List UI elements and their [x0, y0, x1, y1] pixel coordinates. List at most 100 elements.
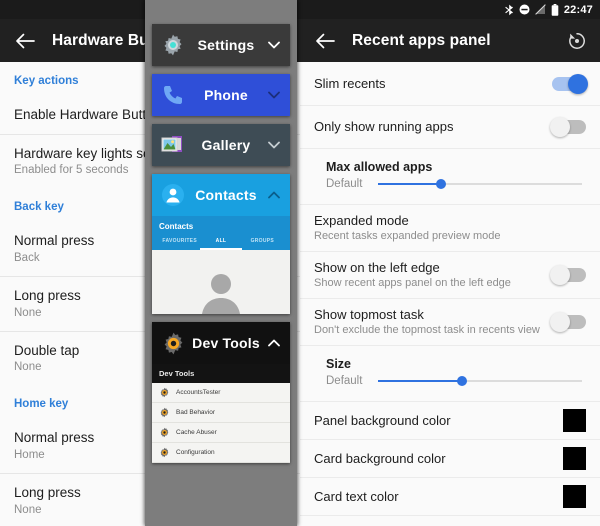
- setting-title: Card text color: [314, 488, 399, 504]
- recent-card-label: Settings: [197, 37, 255, 53]
- recent-card-label: Phone: [204, 87, 248, 103]
- recent-card-header[interactable]: Gallery: [152, 124, 290, 166]
- chevron-down-icon[interactable]: [266, 91, 282, 99]
- recent-card-header[interactable]: Phone: [152, 74, 290, 116]
- toggle-knob: [550, 265, 570, 285]
- contacts-preview-appbar: Contacts FAVOURITES ALL GROUPS: [152, 216, 290, 250]
- dev-tools-preview-appbar: Dev Tools: [152, 364, 290, 383]
- recent-apps-scroll[interactable]: Settings Phone Gallery Contacts Contacts…: [145, 0, 297, 463]
- slider-fill: [378, 183, 442, 185]
- list-item[interactable]: Configuration: [152, 443, 290, 463]
- contacts-preview-tabs: FAVOURITES ALL GROUPS: [159, 238, 283, 250]
- list-item[interactable]: Cache Abuser: [152, 423, 290, 443]
- dev-tools-gear-icon: [160, 407, 169, 418]
- setting-title: Show topmost task: [314, 306, 424, 322]
- setting-size[interactable]: Size Default: [300, 345, 600, 401]
- setting-card-text-color[interactable]: Card text color: [300, 477, 600, 515]
- recent-card-preview[interactable]: Dev Tools AccountsTester Bad Behavior Ca…: [152, 364, 290, 463]
- setting-text: Slim recents: [314, 76, 386, 92]
- setting-only-running-apps[interactable]: Only show running apps: [300, 105, 600, 148]
- dev-tools-gear-icon: [160, 387, 169, 398]
- recent-card-header[interactable]: Dev Tools: [152, 322, 290, 364]
- toggle-knob: [550, 117, 570, 137]
- slider-size[interactable]: [378, 374, 582, 388]
- setting-title: Show on the left edge: [314, 259, 440, 275]
- toggle-knob: [550, 312, 570, 332]
- color-swatch-panel-background[interactable]: [563, 409, 586, 432]
- dev-tools-preview-list: AccountsTester Bad Behavior Cache Abuser: [152, 383, 290, 463]
- settings-gear-icon: [160, 32, 186, 58]
- toggle-knob: [568, 73, 588, 94]
- setting-text: Expanded mode Recent tasks expanded prev…: [314, 213, 501, 244]
- restore-defaults-icon[interactable]: [564, 28, 590, 54]
- right-status-icons: [505, 3, 559, 16]
- setting-panel-background-color[interactable]: Panel background color: [300, 401, 600, 439]
- chevron-down-icon[interactable]: [266, 141, 282, 149]
- dev-tools-gear-icon: [160, 330, 186, 356]
- list-item[interactable]: Bad Behavior: [152, 403, 290, 423]
- person-placeholder-icon: [202, 274, 240, 314]
- toggle-show-left-edge[interactable]: [550, 265, 586, 285]
- color-swatch-card-text[interactable]: [563, 485, 586, 508]
- contacts-preview-body: [152, 250, 290, 314]
- right-status-time: 22:47: [563, 3, 593, 16]
- setting-slim-recents[interactable]: Slim recents: [300, 62, 600, 105]
- setting-text: Card text color: [314, 489, 399, 505]
- slider-thumb[interactable]: [436, 179, 447, 189]
- tab-all[interactable]: ALL: [200, 238, 242, 250]
- toggle-show-topmost-task[interactable]: [550, 312, 586, 332]
- gallery-photos-icon: [160, 132, 186, 158]
- contacts-preview-title: Contacts: [159, 222, 194, 231]
- tab-favourites[interactable]: FAVOURITES: [159, 238, 200, 250]
- list-bottom-divider: [300, 515, 600, 525]
- list-item-label: Bad Behavior: [176, 409, 216, 416]
- do-not-disturb-icon: [519, 4, 530, 15]
- setting-title: Slim recents: [314, 75, 386, 91]
- setting-text: Card background color: [314, 451, 446, 467]
- list-item-label: Cache Abuser: [176, 429, 217, 436]
- recent-card-phone[interactable]: Phone: [152, 74, 290, 116]
- setting-title: Card background color: [314, 450, 446, 466]
- chevron-down-icon[interactable]: [266, 41, 282, 49]
- setting-expanded-mode[interactable]: Expanded mode Recent tasks expanded prev…: [300, 204, 600, 251]
- setting-card-background-color[interactable]: Card background color: [300, 439, 600, 477]
- setting-text: Show topmost task Don't exclude the topm…: [314, 307, 540, 338]
- setting-subtitle: Recent tasks expanded preview mode: [314, 230, 501, 243]
- setting-text: Panel background color: [314, 413, 451, 429]
- slider-thumb[interactable]: [456, 376, 467, 386]
- toggle-only-running-apps[interactable]: [550, 117, 586, 137]
- setting-subtitle: Don't exclude the topmost task in recent…: [314, 324, 540, 337]
- chevron-up-icon[interactable]: [266, 191, 282, 199]
- back-arrow-icon[interactable]: [310, 26, 340, 56]
- slider-line: Default: [326, 374, 586, 388]
- setting-title: Size: [326, 357, 352, 371]
- setting-title: Expanded mode: [314, 212, 409, 228]
- recent-card-contacts[interactable]: Contacts Contacts FAVOURITES ALL GROUPS: [152, 174, 290, 314]
- toggle-slim-recents[interactable]: [552, 73, 588, 94]
- setting-title: Max allowed apps: [326, 160, 433, 174]
- recent-card-gallery[interactable]: Gallery: [152, 124, 290, 166]
- recent-card-preview[interactable]: Contacts FAVOURITES ALL GROUPS: [152, 216, 290, 314]
- recent-card-settings[interactable]: Settings: [152, 24, 290, 66]
- setting-subtitle: Show recent apps panel on the left edge: [314, 277, 511, 290]
- setting-show-left-edge[interactable]: Show on the left edge Show recent apps p…: [300, 251, 600, 298]
- recent-card-label: Dev Tools: [192, 335, 260, 351]
- list-item[interactable]: AccountsTester: [152, 383, 290, 403]
- slider-max-allowed-apps[interactable]: [378, 177, 582, 191]
- phone-handset-icon: [160, 82, 186, 108]
- setting-max-allowed-apps[interactable]: Max allowed apps Default: [300, 148, 600, 204]
- slider-value-label: Default: [326, 178, 363, 190]
- tab-groups[interactable]: GROUPS: [242, 238, 283, 250]
- bluetooth-icon: [505, 4, 513, 15]
- setting-show-topmost-task[interactable]: Show topmost task Don't exclude the topm…: [300, 298, 600, 345]
- color-swatch-card-background[interactable]: [563, 447, 586, 470]
- right-toolbar: Recent apps panel: [300, 19, 600, 62]
- chevron-up-icon[interactable]: [266, 339, 282, 347]
- recent-apps-panel[interactable]: Settings Phone Gallery Contacts Contacts…: [145, 0, 297, 526]
- slider-value-label: Default: [326, 375, 363, 387]
- recent-apps-settings-list: Slim recents Only show running apps Max …: [300, 62, 600, 525]
- recent-card-header[interactable]: Settings: [152, 24, 290, 66]
- recent-card-header[interactable]: Contacts: [152, 174, 290, 216]
- recent-card-dev-tools[interactable]: Dev Tools Dev Tools AccountsTester Bad B…: [152, 322, 290, 463]
- back-arrow-icon[interactable]: [10, 26, 40, 56]
